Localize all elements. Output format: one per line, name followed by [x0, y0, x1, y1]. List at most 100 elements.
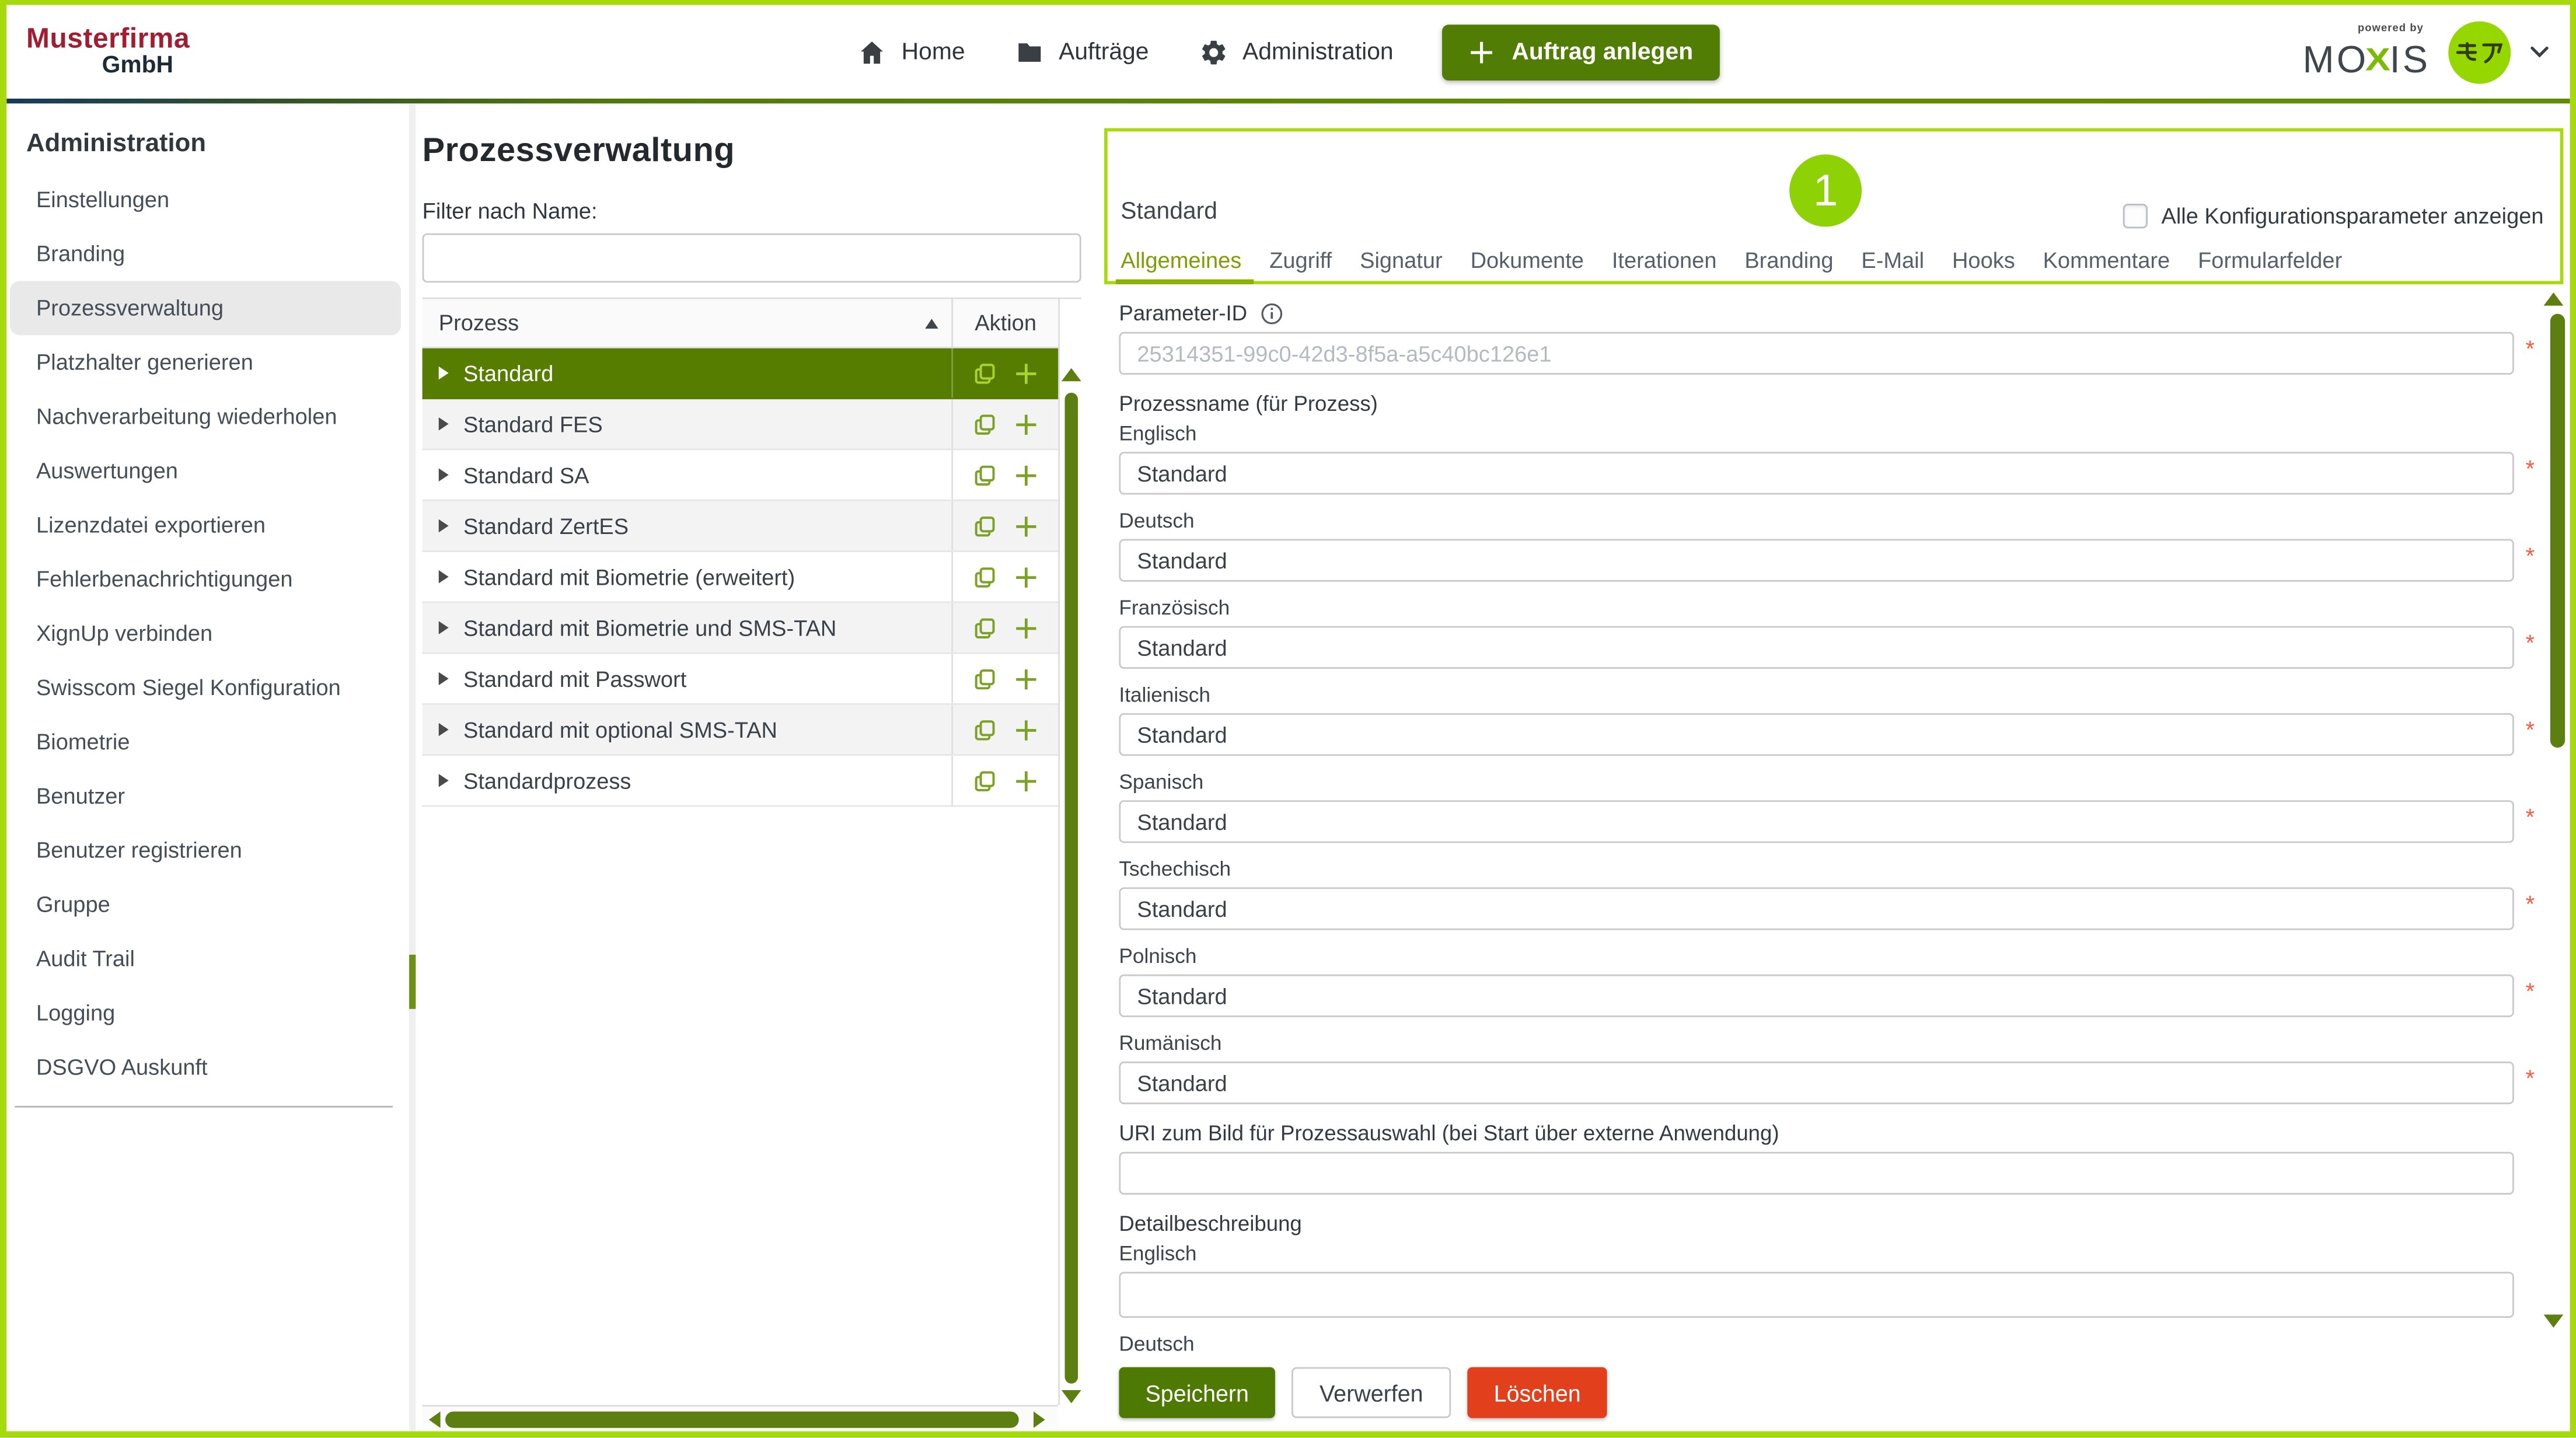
parameter-id-input[interactable]	[1119, 332, 2514, 375]
sidebar-item-audit-trail[interactable]: Audit Trail	[10, 931, 401, 986]
tab-signatur[interactable]: Signatur	[1360, 248, 1443, 273]
add-icon[interactable]	[1014, 411, 1038, 436]
scroll-up-icon[interactable]	[1062, 368, 1081, 382]
tab-formularfelder[interactable]: Formularfelder	[2198, 248, 2342, 273]
copy-icon[interactable]	[973, 615, 997, 640]
copy-icon[interactable]	[973, 768, 997, 793]
table-row[interactable]: Standard mit Passwort	[423, 654, 1059, 705]
copy-icon[interactable]	[973, 514, 997, 538]
vertical-scrollbar-thumb[interactable]	[1065, 393, 1078, 1384]
table-row[interactable]: Standard mit Biometrie (erweitert)	[423, 552, 1059, 603]
show-all-params-checkbox[interactable]	[2124, 204, 2148, 228]
tab-hooks[interactable]: Hooks	[1952, 248, 2015, 273]
sort-asc-icon[interactable]	[925, 318, 938, 328]
expand-caret-icon[interactable]	[439, 468, 449, 481]
sidebar-item-prozessverwaltung[interactable]: Prozessverwaltung	[10, 281, 401, 335]
nav-item-home[interactable]: Home	[857, 37, 965, 67]
add-icon[interactable]	[1014, 717, 1038, 742]
horizontal-scrollbar-thumb[interactable]	[445, 1412, 1019, 1428]
detail-input-englisch[interactable]	[1119, 1272, 2514, 1318]
sidebar-item-nachverarbeitung[interactable]: Nachverarbeitung wiederholen	[10, 389, 401, 444]
save-button[interactable]: Speichern	[1119, 1367, 1275, 1418]
name-input-spanisch[interactable]	[1119, 800, 2514, 843]
sidebar-item-logging[interactable]: Logging	[10, 986, 401, 1040]
table-horizontal-scrollbar[interactable]	[423, 1405, 1059, 1431]
expand-caret-icon[interactable]	[439, 774, 449, 787]
sidebar-item-platzhalter-generieren[interactable]: Platzhalter generieren	[10, 335, 401, 389]
expand-caret-icon[interactable]	[439, 367, 449, 380]
add-icon[interactable]	[1014, 463, 1038, 487]
tab-zugriff[interactable]: Zugriff	[1269, 248, 1332, 273]
delete-button[interactable]: Löschen	[1468, 1367, 1607, 1418]
nav-item-administration[interactable]: Administration	[1198, 37, 1394, 67]
discard-button[interactable]: Verwerfen	[1292, 1367, 1451, 1418]
add-icon[interactable]	[1014, 768, 1038, 793]
sidebar-scrollbar-track[interactable]	[409, 103, 416, 1431]
scroll-down-icon[interactable]	[1062, 1390, 1081, 1404]
sidebar-scrollbar-thumb[interactable]	[409, 955, 416, 1009]
copy-icon[interactable]	[973, 717, 997, 742]
tab-email[interactable]: E-Mail	[1861, 248, 1924, 273]
expand-caret-icon[interactable]	[439, 621, 449, 634]
chevron-down-icon[interactable]	[2529, 44, 2550, 59]
table-row[interactable]: Standardprozess	[423, 756, 1059, 807]
expand-caret-icon[interactable]	[439, 519, 449, 533]
table-row[interactable]: Standard mit optional SMS-TAN	[423, 705, 1059, 756]
filter-input[interactable]	[423, 233, 1081, 282]
expand-caret-icon[interactable]	[439, 570, 449, 584]
sidebar-item-biometrie[interactable]: Biometrie	[10, 715, 401, 769]
name-input-franzoesisch[interactable]	[1119, 626, 2514, 669]
sidebar-item-swisscom-siegel[interactable]: Swisscom Siegel Konfiguration	[10, 661, 401, 715]
table-row-standard[interactable]: Standard	[423, 348, 1059, 399]
sidebar-item-fehlerbenachrichtigungen[interactable]: Fehlerbenachrichtigungen	[10, 552, 401, 606]
column-header-prozess[interactable]: Prozess	[423, 299, 953, 347]
sidebar-item-auswertungen[interactable]: Auswertungen	[10, 444, 401, 498]
name-input-englisch[interactable]	[1119, 452, 2514, 494]
panel-scroll-down-icon[interactable]	[2544, 1314, 2564, 1328]
tab-branding[interactable]: Branding	[1744, 248, 1833, 273]
tab-dokumente[interactable]: Dokumente	[1471, 248, 1584, 273]
expand-caret-icon[interactable]	[439, 417, 449, 431]
scroll-left-icon[interactable]	[429, 1412, 441, 1428]
add-icon[interactable]	[1014, 615, 1038, 640]
copy-icon[interactable]	[973, 411, 997, 436]
sidebar-item-benutzer-registrieren[interactable]: Benutzer registrieren	[10, 823, 401, 878]
scroll-right-icon[interactable]	[1034, 1412, 1045, 1428]
sidebar-item-gruppe[interactable]: Gruppe	[10, 878, 401, 932]
copy-icon[interactable]	[973, 564, 997, 589]
table-row[interactable]: Standard SA	[423, 450, 1059, 501]
copy-icon[interactable]	[973, 666, 997, 691]
name-input-italienisch[interactable]	[1119, 713, 2514, 756]
avatar[interactable]	[2448, 20, 2511, 83]
add-icon[interactable]	[1014, 514, 1038, 538]
table-vertical-scrollbar[interactable]	[1058, 299, 1081, 1405]
uri-input[interactable]	[1119, 1152, 2514, 1195]
copy-icon[interactable]	[973, 463, 997, 487]
sidebar-item-benutzer[interactable]: Benutzer	[10, 769, 401, 823]
sidebar-item-dsgvo[interactable]: DSGVO Auskunft	[10, 1040, 401, 1094]
tab-iterationen[interactable]: Iterationen	[1612, 248, 1717, 273]
name-input-tschechisch[interactable]	[1119, 887, 2514, 930]
tab-allgemeines[interactable]: Allgemeines	[1121, 248, 1241, 273]
sidebar-item-xignup[interactable]: XignUp verbinden	[10, 606, 401, 661]
nav-item-auftraege[interactable]: Aufträge	[1014, 37, 1149, 67]
table-row[interactable]: Standard mit Biometrie und SMS-TAN	[423, 603, 1059, 654]
table-row[interactable]: Standard ZertES	[423, 501, 1059, 552]
name-input-deutsch[interactable]	[1119, 539, 2514, 582]
sidebar-item-einstellungen[interactable]: Einstellungen	[10, 173, 401, 227]
name-input-rumaenisch[interactable]	[1119, 1062, 2514, 1104]
create-order-button[interactable]: Auftrag anlegen	[1443, 24, 1719, 80]
add-icon[interactable]	[1014, 361, 1038, 385]
sidebar-item-lizenzdatei[interactable]: Lizenzdatei exportieren	[10, 498, 401, 552]
add-icon[interactable]	[1014, 564, 1038, 589]
expand-caret-icon[interactable]	[439, 672, 449, 686]
copy-icon[interactable]	[973, 361, 997, 385]
table-row[interactable]: Standard FES	[423, 399, 1059, 450]
company-logo[interactable]: Musterfirma GmbH	[26, 26, 248, 78]
info-icon[interactable]	[1261, 302, 1283, 324]
sidebar-item-branding[interactable]: Branding	[10, 227, 401, 281]
expand-caret-icon[interactable]	[439, 723, 449, 737]
name-input-polnisch[interactable]	[1119, 975, 2514, 1017]
panel-scroll-up-icon[interactable]	[2544, 292, 2564, 306]
add-icon[interactable]	[1014, 666, 1038, 691]
